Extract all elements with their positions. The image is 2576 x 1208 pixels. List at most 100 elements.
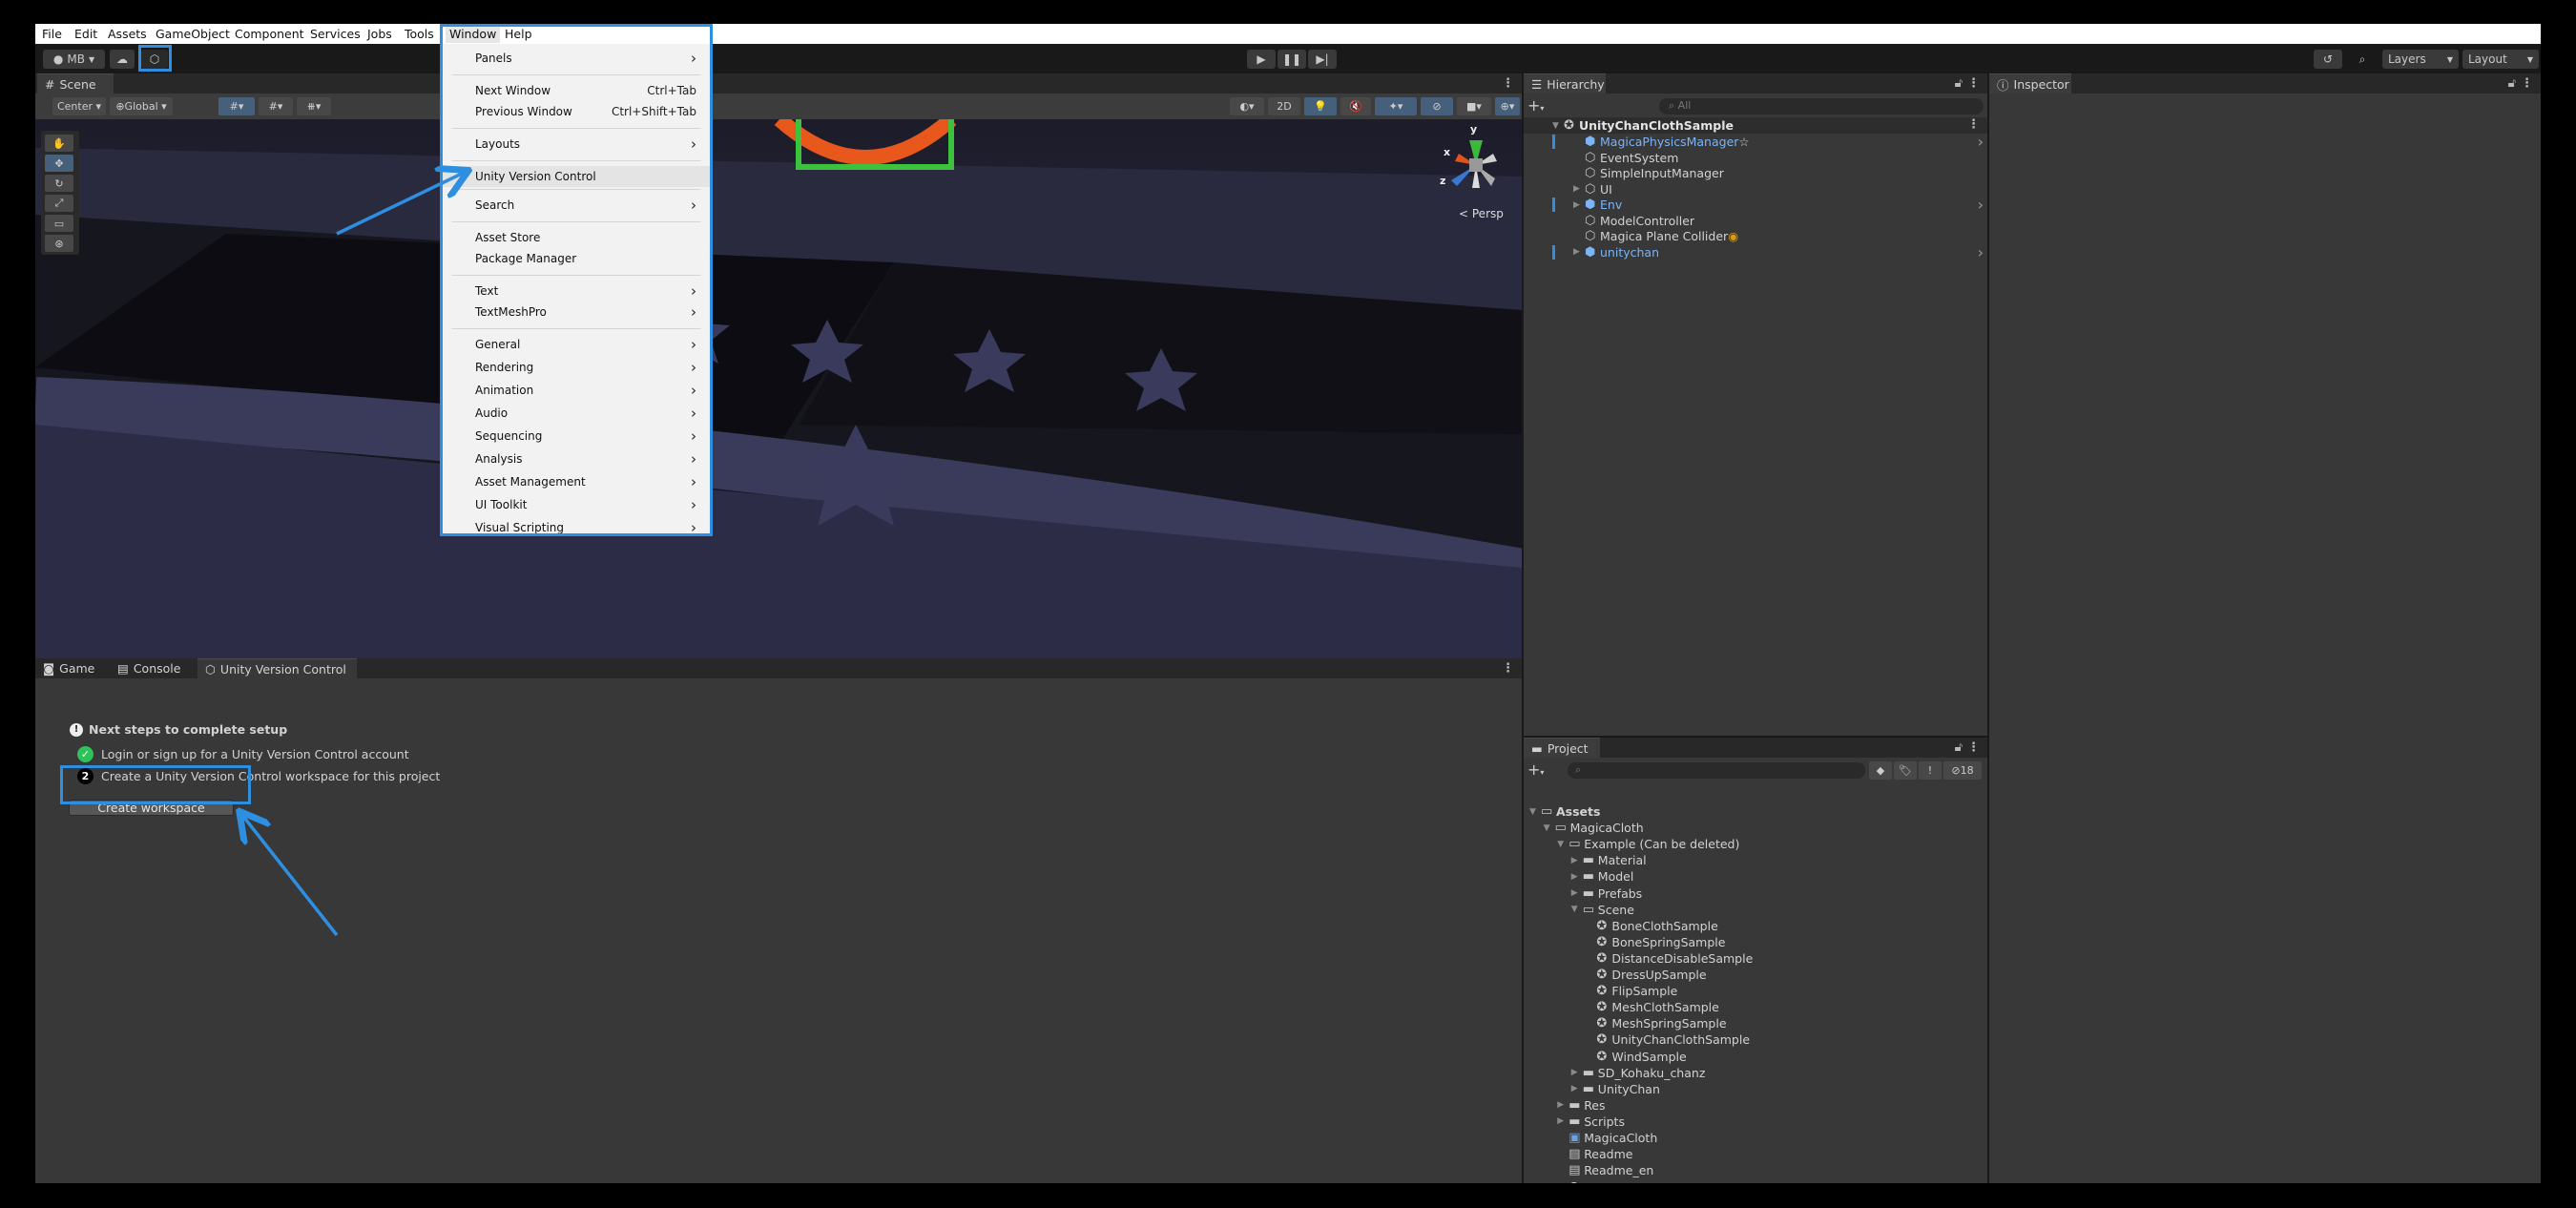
hierarchy-item[interactable]: ⬡ EventSystem bbox=[1573, 150, 1984, 166]
more-options-icon[interactable]: ⋮ bbox=[1967, 740, 1980, 755]
more-options-icon[interactable]: ⋮ bbox=[1967, 117, 1980, 132]
hidden-objects-toggle[interactable]: ⊘ bbox=[1421, 97, 1453, 115]
window-menu-item[interactable]: Visual Scripting › bbox=[443, 517, 710, 538]
lighting-toggle[interactable]: 💡 bbox=[1304, 97, 1337, 115]
project-item[interactable]: ✪ MeshClothSample bbox=[1585, 999, 1718, 1015]
project-search-input[interactable]: ⌕ bbox=[1568, 762, 1865, 779]
expand-arrow-icon[interactable]: ▶ bbox=[1571, 1068, 1583, 1077]
version-control-button[interactable]: ⬡ bbox=[141, 50, 168, 69]
hierarchy-item[interactable]: ⬡ ModelController bbox=[1573, 213, 1984, 229]
rect-tool[interactable]: ▭ bbox=[45, 215, 73, 232]
project-item[interactable]: ✪ DistanceDisableSample bbox=[1585, 950, 1753, 967]
window-menu-item[interactable]: Analysis › bbox=[443, 448, 710, 469]
window-menu-item[interactable]: Layouts › bbox=[443, 134, 710, 155]
cloud-button[interactable]: ☁ bbox=[110, 50, 135, 69]
more-options-icon[interactable]: ⋮ bbox=[1502, 76, 1514, 91]
step-button[interactable]: ▶| bbox=[1308, 50, 1337, 69]
expand-arrow-icon[interactable]: ▶ bbox=[1571, 872, 1583, 882]
filter-by-label-button[interactable]: 🏷︎ bbox=[1894, 761, 1917, 780]
project-item[interactable]: ▼ ▭ MagicaCloth bbox=[1544, 820, 1644, 836]
window-menu-item[interactable]: Asset Management › bbox=[443, 471, 710, 492]
tab-scene[interactable]: # Scene bbox=[37, 73, 114, 94]
project-item[interactable]: ▶ ▬ Prefabs bbox=[1571, 885, 1642, 902]
search-button[interactable]: ⌕ bbox=[2349, 50, 2376, 69]
log-filter-button[interactable]: ! bbox=[1919, 761, 1942, 780]
hidden-packages-button[interactable]: ⊘ 18 bbox=[1943, 761, 1982, 780]
window-menu-item[interactable]: Sequencing › bbox=[443, 426, 710, 447]
projection-toggle[interactable]: < Persp bbox=[1459, 207, 1504, 220]
project-item[interactable]: ▣ MagicaCloth bbox=[1557, 1130, 1657, 1146]
create-workspace-button[interactable]: Create workspace bbox=[69, 800, 234, 816]
expand-arrow-icon[interactable]: ▶ bbox=[1557, 1116, 1568, 1126]
tab-project[interactable]: ▬ Project bbox=[1524, 738, 1600, 758]
expand-arrow-icon[interactable]: ▶ bbox=[1573, 200, 1585, 210]
project-item[interactable]: ▶ ▬ UnityChan bbox=[1571, 1081, 1660, 1097]
layout-dropdown[interactable]: Layout ▼ bbox=[2462, 50, 2539, 69]
expand-arrow-icon[interactable]: ▼ bbox=[1529, 807, 1541, 817]
window-menu-item[interactable]: Next Window Ctrl+Tab bbox=[443, 80, 710, 101]
filter-by-type-button[interactable]: ◆ bbox=[1869, 761, 1892, 780]
lock-icon[interactable]: 🔓︎ bbox=[2508, 76, 2516, 91]
tab-console[interactable]: ▤ Console bbox=[110, 658, 197, 678]
project-item[interactable]: ▼ ▭ Example (Can be deleted) bbox=[1557, 836, 1739, 852]
tab-unity-version-control[interactable]: ⬡ Unity Version Control bbox=[197, 658, 357, 678]
more-options-icon[interactable]: ⋮ bbox=[1502, 661, 1514, 676]
project-item[interactable]: ▼ ▭ Assets bbox=[1529, 803, 1600, 820]
menu-assets[interactable]: Assets bbox=[108, 27, 147, 41]
window-menu-item[interactable]: Animation › bbox=[443, 380, 710, 401]
tab-game[interactable]: ◙ Game bbox=[35, 658, 108, 678]
tab-inspector[interactable]: ⓘ Inspector bbox=[1989, 73, 2071, 94]
expand-arrow-icon[interactable]: ▶ bbox=[1571, 1084, 1583, 1093]
lock-icon[interactable]: 🔓︎ bbox=[1955, 76, 1963, 91]
tab-hierarchy[interactable]: ☰ Hierarchy bbox=[1524, 73, 1606, 94]
menu-gameobject[interactable]: GameObject bbox=[156, 27, 230, 41]
menu-file[interactable]: File bbox=[42, 27, 62, 41]
audio-toggle[interactable]: 🔇 bbox=[1340, 97, 1371, 115]
pause-button[interactable]: ❚❚ bbox=[1278, 50, 1306, 69]
camera-dropdown[interactable]: ■▾ bbox=[1457, 97, 1491, 115]
project-item[interactable]: ▶ ▬ Material bbox=[1571, 852, 1647, 868]
window-menu-item[interactable]: Asset Store bbox=[443, 227, 710, 248]
pivot-dropdown[interactable]: Center ▾ bbox=[52, 97, 106, 115]
hierarchy-search-input[interactable]: ⌕ All bbox=[1659, 98, 1984, 115]
window-menu-item[interactable]: Search › bbox=[443, 195, 710, 216]
rotate-tool[interactable]: ↻ bbox=[45, 175, 73, 192]
project-item[interactable]: ▼ ▭ Scene bbox=[1571, 902, 1634, 918]
hierarchy-item[interactable]: ⬢ MagicaPhysicsManager ☆ › bbox=[1573, 133, 1984, 151]
increment-snap-toggle[interactable]: #▾ bbox=[259, 97, 293, 115]
ruler-toggle[interactable]: ⧻▾ bbox=[297, 97, 331, 115]
window-menu-item[interactable]: Panels › bbox=[443, 48, 710, 69]
create-button[interactable]: +▾ bbox=[1527, 96, 1544, 115]
project-item[interactable]: ▶ ▬ Res bbox=[1557, 1097, 1605, 1114]
lock-icon[interactable]: 🔓︎ bbox=[1955, 740, 1963, 755]
2d-toggle[interactable]: 2D bbox=[1268, 97, 1300, 115]
project-item[interactable]: ✪ FlipSample bbox=[1585, 983, 1677, 999]
more-options-icon[interactable]: ⋮ bbox=[1967, 76, 1980, 91]
shading-dropdown[interactable]: ◐▾ bbox=[1230, 97, 1264, 115]
window-menu-item[interactable]: TextMeshPro › bbox=[443, 302, 710, 323]
menu-services[interactable]: Services bbox=[310, 27, 361, 41]
project-item[interactable]: ▤ Readme_en bbox=[1557, 1162, 1653, 1178]
move-tool[interactable]: ✥ bbox=[45, 155, 73, 172]
orientation-gizmo[interactable]: y x z < Persp bbox=[1438, 123, 1514, 222]
menu-window[interactable]: Window bbox=[446, 26, 501, 43]
more-options-icon[interactable]: ⋮ bbox=[2521, 76, 2533, 91]
project-item[interactable]: ✪ WindSample bbox=[1585, 1049, 1686, 1065]
project-item[interactable]: ✪ BoneClothSample bbox=[1585, 918, 1717, 934]
menu-edit[interactable]: Edit bbox=[74, 27, 97, 41]
history-button[interactable]: ↺ bbox=[2314, 50, 2342, 69]
window-menu-item[interactable]: Audio › bbox=[443, 403, 710, 424]
expand-arrow-icon[interactable]: ▼ bbox=[1571, 905, 1583, 914]
scale-tool[interactable]: ⤢ bbox=[45, 195, 73, 212]
project-item[interactable]: ✪ UnityChanClothSample bbox=[1585, 1031, 1750, 1048]
hand-tool[interactable]: ✋ bbox=[45, 135, 73, 152]
expand-arrow-icon[interactable]: ▶ bbox=[1573, 184, 1585, 194]
menu-help[interactable]: Help bbox=[505, 27, 532, 41]
project-item[interactable]: ▶▬Scenes bbox=[1544, 1178, 1613, 1183]
scene-header-row[interactable]: ▼ ✪ UnityChanClothSample ⋮ bbox=[1524, 117, 1987, 134]
hierarchy-item[interactable]: ▶ ⬡ UI bbox=[1573, 181, 1984, 198]
hierarchy-item[interactable]: ▶ ⬢ unitychan › bbox=[1573, 243, 1984, 261]
play-button[interactable]: ▶ bbox=[1247, 50, 1276, 69]
open-prefab-icon[interactable]: › bbox=[1978, 196, 1984, 214]
project-item[interactable]: ✪ MeshSpringSample bbox=[1585, 1015, 1726, 1031]
